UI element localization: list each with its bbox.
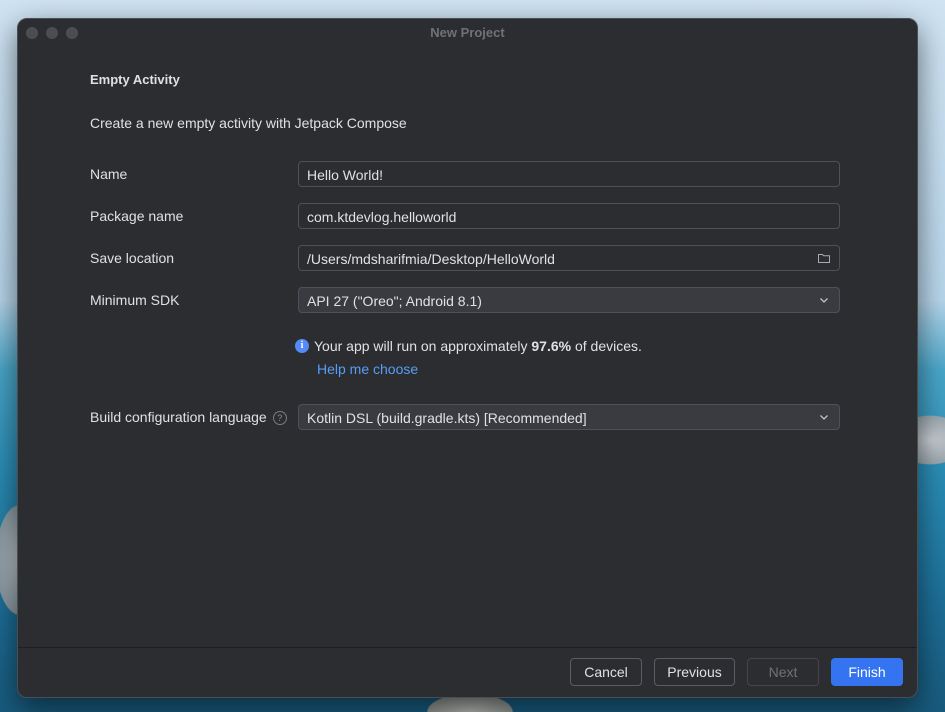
finish-button[interactable]: Finish xyxy=(831,658,903,686)
save-location-value: /Users/mdsharifmia/Desktop/HelloWorld xyxy=(307,251,555,267)
template-description: Create a new empty activity with Jetpack… xyxy=(90,115,407,131)
name-label: Name xyxy=(90,166,128,182)
name-field[interactable]: Hello World! xyxy=(298,161,840,187)
new-project-dialog: New Project Empty Activity Create a new … xyxy=(17,18,918,698)
footer-divider xyxy=(18,647,917,648)
info-percent: 97.6% xyxy=(531,338,572,354)
chevron-down-icon xyxy=(820,415,828,420)
build-config-value: Kotlin DSL (build.gradle.kts) [Recommend… xyxy=(307,410,587,426)
help-me-choose-link[interactable]: Help me choose xyxy=(317,361,418,377)
chevron-down-icon xyxy=(820,298,828,303)
folder-icon[interactable] xyxy=(817,251,831,265)
build-config-dropdown[interactable]: Kotlin DSL (build.gradle.kts) [Recommend… xyxy=(298,404,840,430)
template-heading: Empty Activity xyxy=(90,72,180,87)
save-location-label: Save location xyxy=(90,250,175,266)
minimum-sdk-dropdown[interactable]: API 27 ("Oreo"; Android 8.1) xyxy=(298,287,840,313)
cancel-button[interactable]: Cancel xyxy=(570,658,642,686)
package-name-field[interactable]: com.ktdevlog.helloworld xyxy=(298,203,840,229)
help-icon[interactable]: ? xyxy=(272,411,287,425)
next-button[interactable]: Next xyxy=(747,658,819,686)
window-title: New Project xyxy=(430,25,505,40)
minimum-sdk-value: API 27 ("Oreo"; Android 8.1) xyxy=(307,293,482,309)
previous-button[interactable]: Previous xyxy=(654,658,735,686)
package-name-label: Package name xyxy=(90,208,184,224)
build-config-label: Build configuration language xyxy=(90,409,267,425)
info-text-suffix: of devices. xyxy=(571,338,642,354)
minimum-sdk-label: Minimum SDK xyxy=(90,292,180,308)
build-config-label-row: Build configuration language? xyxy=(90,409,287,425)
info-icon: i xyxy=(295,339,309,353)
save-location-field[interactable]: /Users/mdsharifmia/Desktop/HelloWorld xyxy=(298,245,840,271)
device-coverage-info: i Your app will run on approximately 97.… xyxy=(295,338,642,354)
info-text-prefix: Your app will run on approximately xyxy=(314,338,532,354)
title-bar: New Project xyxy=(18,19,917,47)
